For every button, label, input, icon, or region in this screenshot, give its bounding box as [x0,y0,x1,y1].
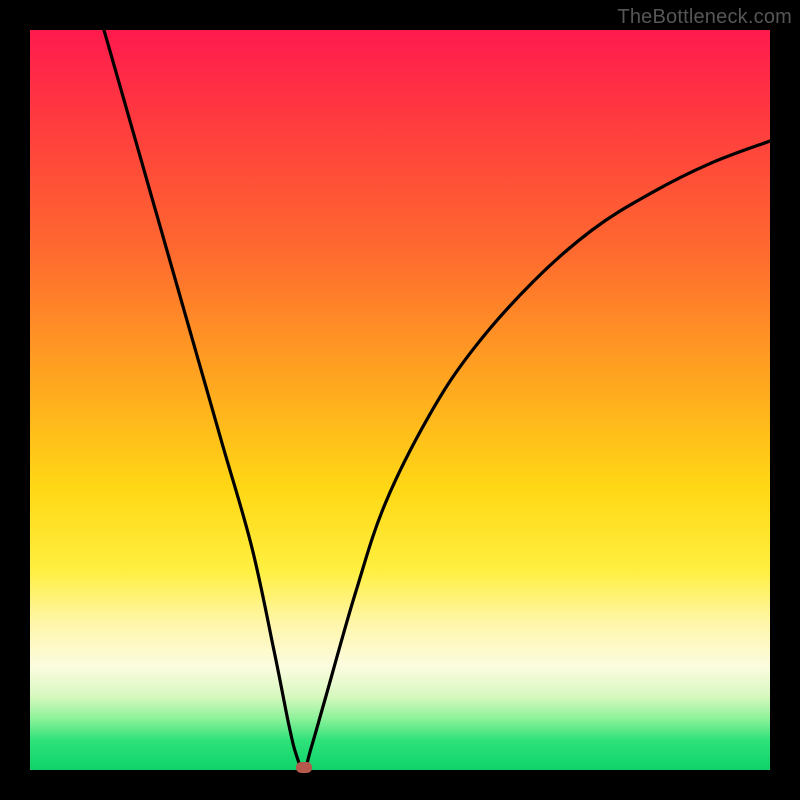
plot-area [30,30,770,770]
bottleneck-curve [30,30,770,770]
chart-frame: TheBottleneck.com [0,0,800,800]
minimum-marker [296,762,312,773]
curve-path [104,30,770,770]
watermark-text: TheBottleneck.com [617,6,792,29]
